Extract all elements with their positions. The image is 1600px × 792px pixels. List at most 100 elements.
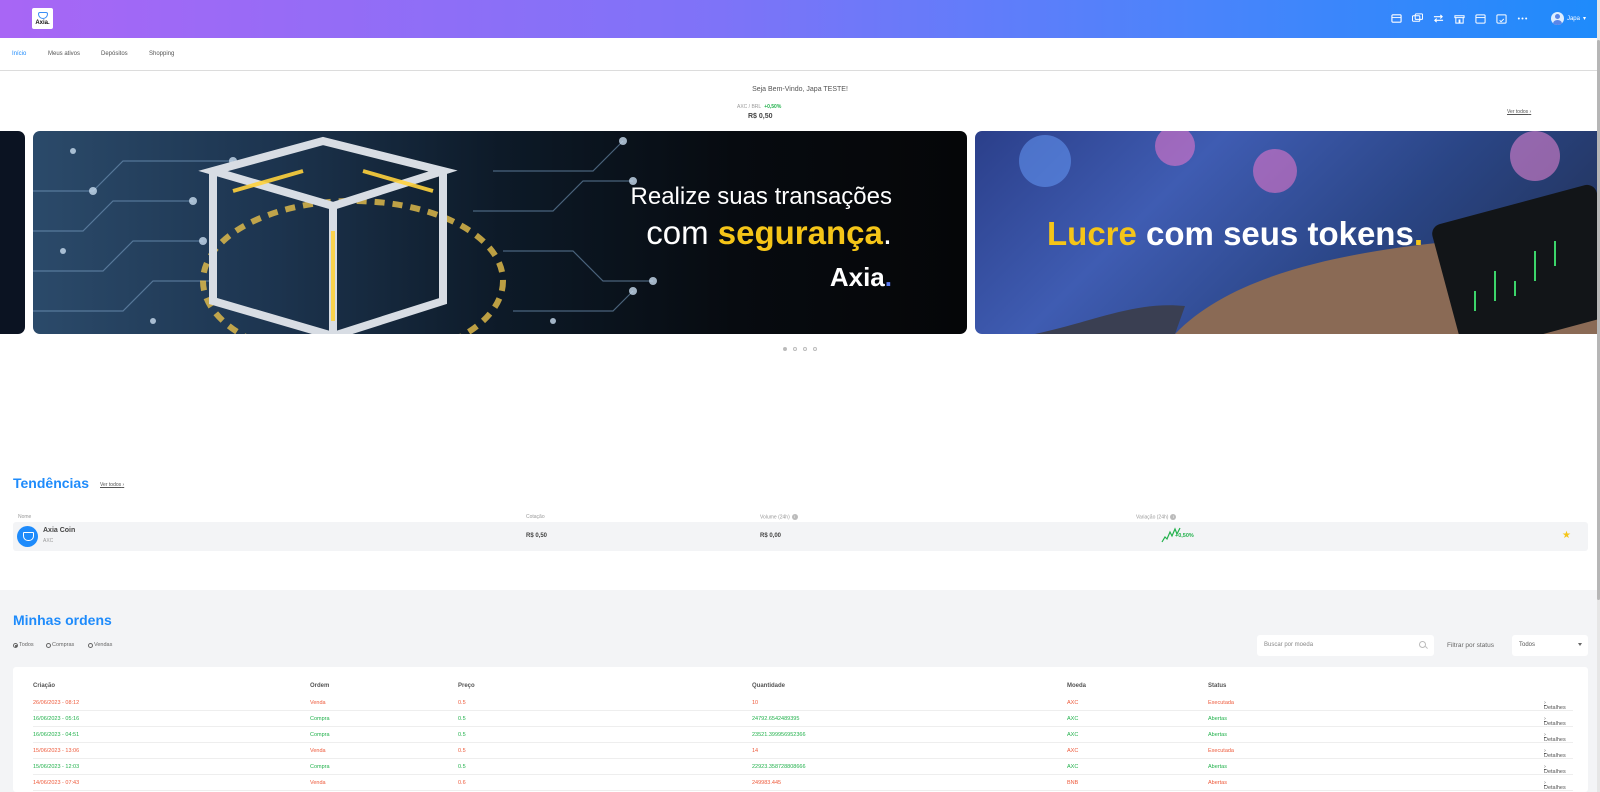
tab-shopping[interactable]: Shopping xyxy=(149,51,174,57)
status-select-value: Todos xyxy=(1519,642,1536,648)
wallet-icon[interactable] xyxy=(1390,12,1402,24)
orders-title: Minhas ordens xyxy=(13,612,112,628)
top-bar: Axia. Japa ▾ xyxy=(0,0,1600,38)
order-status: Abertas xyxy=(1208,716,1227,722)
banner-previous[interactable] xyxy=(0,131,25,334)
info-icon[interactable]: i xyxy=(791,514,798,520)
filter-compras[interactable]: Compras xyxy=(46,642,74,648)
col-preco: Preço xyxy=(458,683,475,689)
user-menu[interactable]: Japa ▾ xyxy=(1550,12,1586,25)
more-icon[interactable] xyxy=(1516,12,1528,24)
order-status: Abertas xyxy=(1208,732,1227,738)
order-coin: AXC xyxy=(1067,748,1079,754)
order-type: Compra xyxy=(310,732,330,738)
banner-security-highlight: segurança xyxy=(717,214,883,251)
col-cotacao: Cotação xyxy=(526,514,545,520)
details-link[interactable]: Detalhes › xyxy=(1544,748,1566,759)
search-input[interactable]: Buscar por moeda xyxy=(1257,635,1434,656)
user-name: Japa xyxy=(1566,15,1580,22)
banner-brand-dot: . xyxy=(884,262,892,292)
carousel-dot[interactable] xyxy=(813,347,817,351)
details-link[interactable]: Detalhes › xyxy=(1544,780,1566,791)
banner-profit[interactable]: Lucre com seus tokens. xyxy=(975,131,1600,334)
chevron-right-icon: › xyxy=(1529,109,1532,115)
details-link[interactable]: Detalhes › xyxy=(1544,700,1566,711)
transfer-icon[interactable] xyxy=(1432,12,1444,24)
details-link[interactable]: Detalhes › xyxy=(1544,764,1566,775)
order-status: Executada xyxy=(1208,748,1234,754)
status-select[interactable]: Todos xyxy=(1512,635,1588,656)
filter-todos-label: Todos xyxy=(19,642,34,648)
col-nome: Nome xyxy=(18,514,32,520)
carousel-dots xyxy=(783,347,817,351)
banner-profit-text: Lucre com seus tokens. xyxy=(1047,215,1423,253)
info-icon[interactable]: i xyxy=(1170,514,1177,520)
table-row[interactable]: 16/06/2023 - 05:16 Compra 0.5 24792.6542… xyxy=(33,711,1573,727)
calendar-icon[interactable] xyxy=(1474,12,1486,24)
coin-price: R$ 0,50 xyxy=(526,533,548,539)
filter-todos[interactable]: Todos xyxy=(13,642,34,648)
banner-security-suffix: . xyxy=(882,214,892,251)
table-row[interactable]: 15/06/2023 - 12:03 Compra 0.5 22923.3587… xyxy=(33,759,1573,775)
radio-icon xyxy=(46,642,51,648)
order-status: Abertas xyxy=(1208,764,1227,770)
axia-logo[interactable]: Axia. xyxy=(32,8,53,29)
order-price: 0.6 xyxy=(458,780,466,786)
details-link[interactable]: Detalhes › xyxy=(1544,732,1566,743)
carousel-dot[interactable] xyxy=(783,347,787,351)
chevron-down-icon: ▾ xyxy=(1582,16,1586,22)
ticker-pair[interactable]: AXC / BRL +0,50% xyxy=(737,104,781,110)
carousel-dot[interactable] xyxy=(803,347,807,351)
banner-carousel[interactable]: Realize suas transações com segurança. A… xyxy=(0,131,1600,334)
tab-meus-ativos[interactable]: Meus ativos xyxy=(48,51,80,57)
trends-see-all-link[interactable]: Ver todos › xyxy=(100,482,124,488)
order-date: 16/06/2023 - 05:16 xyxy=(33,716,80,722)
table-row[interactable]: Axia Coin AXC R$ 0,50 R$ 0,00 +0,50% ★ xyxy=(13,522,1588,551)
store-icon[interactable] xyxy=(1453,12,1465,24)
calendar-check-icon[interactable] xyxy=(1495,12,1507,24)
order-status: Abertas xyxy=(1208,780,1227,786)
ticker-pair-label: AXC / BRL xyxy=(737,104,762,110)
details-label: Detalhes xyxy=(1544,785,1566,791)
order-qty: 23521.399956952366 xyxy=(752,732,806,738)
top-icons xyxy=(1390,12,1528,24)
table-row[interactable]: 26/06/2023 - 08:12 Venda 0.5 10 AXC Exec… xyxy=(33,695,1573,711)
main-nav: Início Meus ativos Depósitos Shopping xyxy=(0,38,1600,71)
carousel-dot[interactable] xyxy=(793,347,797,351)
coin-change: +0,50% xyxy=(1175,533,1194,539)
order-coin: AXC xyxy=(1067,764,1079,770)
filter-vendas[interactable]: Vendas xyxy=(88,642,112,648)
ticker-change: +0,50% xyxy=(764,104,782,110)
banner-profit-main: com seus tokens xyxy=(1136,215,1414,252)
trends-see-all-label: Ver todos xyxy=(100,482,122,488)
col-volume: Volume (24h) i xyxy=(760,514,798,520)
trends-title: Tendências xyxy=(13,475,89,491)
ticker-see-all-label: Ver todos xyxy=(1507,109,1529,115)
col-volume-label: Volume (24h) xyxy=(760,514,790,521)
favorite-star-icon[interactable]: ★ xyxy=(1562,530,1571,541)
banner-profit-dot: . xyxy=(1413,215,1423,252)
status-filter-label: Filtrar por status xyxy=(1447,642,1494,649)
order-date: 15/06/2023 - 12:03 xyxy=(33,764,80,770)
order-type: Compra xyxy=(310,764,330,770)
order-price: 0.5 xyxy=(458,700,466,706)
tab-inicio[interactable]: Início xyxy=(12,51,26,57)
axia-logo-mark xyxy=(37,11,48,19)
order-date: 15/06/2023 - 13:06 xyxy=(33,748,80,754)
order-status: Executada xyxy=(1208,700,1234,706)
col-moeda: Moeda xyxy=(1067,683,1087,689)
order-coin: AXC xyxy=(1067,700,1079,706)
table-row[interactable]: 15/06/2023 - 13:06 Venda 0.5 14 AXC Exec… xyxy=(33,743,1573,759)
order-qty: 24792.6542489395 xyxy=(752,716,800,722)
banner-security-brand: Axia. xyxy=(830,262,892,293)
details-link[interactable]: Detalhes › xyxy=(1544,716,1566,727)
coin-name: Axia Coin xyxy=(43,527,76,534)
order-qty: 14 xyxy=(752,748,759,754)
tab-depositos[interactable]: Depósitos xyxy=(101,51,128,57)
cards-icon[interactable] xyxy=(1411,12,1423,24)
banner-security[interactable]: Realize suas transações com segurança. A… xyxy=(33,131,967,334)
table-row[interactable]: 16/06/2023 - 04:51 Compra 0.5 23521.3999… xyxy=(33,727,1573,743)
table-row[interactable]: 14/06/2023 - 07:43 Venda 0.6 249983.445 … xyxy=(33,775,1573,791)
radio-icon xyxy=(13,642,18,648)
ticker-see-all-link[interactable]: Ver todos › xyxy=(1507,109,1531,115)
